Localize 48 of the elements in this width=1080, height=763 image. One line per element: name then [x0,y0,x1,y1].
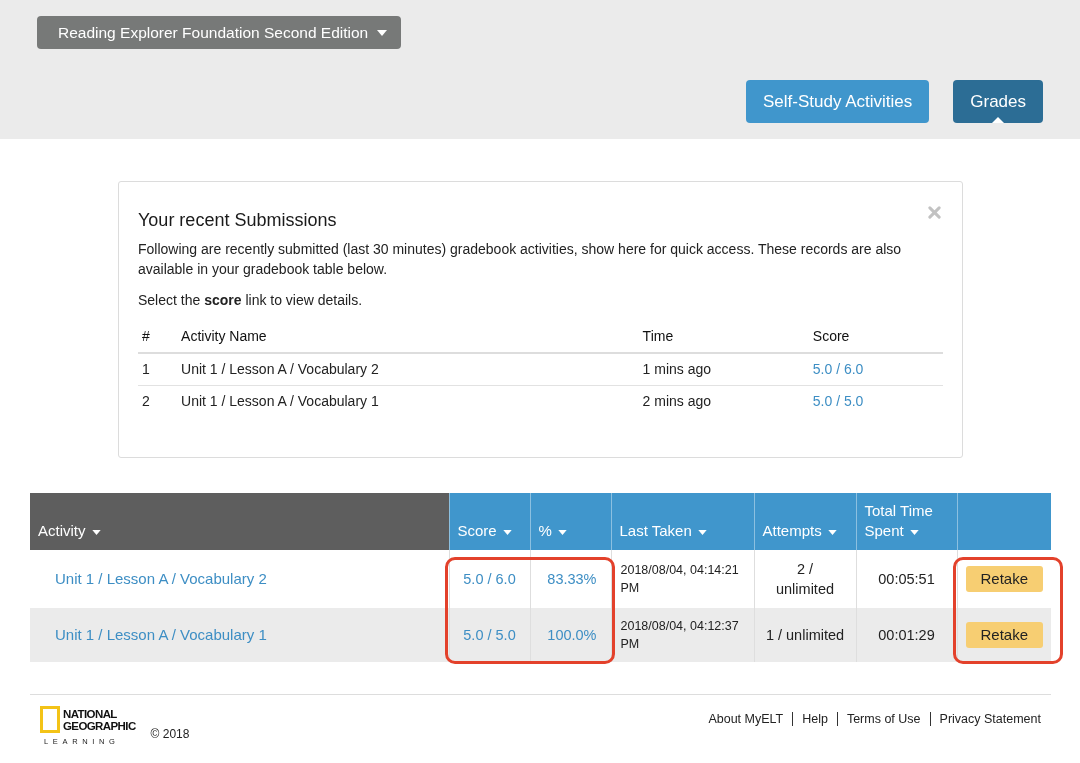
table-cell: 2 / unlimited [754,550,856,608]
column-header: Score [812,320,943,353]
copyright-text: © 2018 [150,726,190,743]
retake-button[interactable]: Retake [965,622,1043,648]
column-header[interactable]: Total Time Spent [856,493,957,550]
course-dropdown[interactable]: Reading Explorer Foundation Second Edition [37,16,402,49]
footer-link[interactable]: About MyELT [708,709,784,729]
column-header[interactable]: Last Taken [611,493,754,550]
column-header[interactable]: Score [449,493,530,550]
score-link[interactable]: 5.0 / 5.0 [812,392,864,409]
nav-tab[interactable]: Grades [953,80,1043,123]
close-icon[interactable] [928,206,941,219]
table-cell: 2018/08/04, 04:14:21 PM [611,550,754,608]
footer-link[interactable]: Terms of Use [846,709,921,729]
table-cell: Unit 1 / Lesson A / Vocabulary 1 [181,385,643,417]
column-header[interactable]: Activity [30,493,449,550]
table-cell: 2018/08/04, 04:12:37 PM [611,608,754,662]
hint-text: Select the score link to view details. [138,291,364,310]
table-cell: 00:01:29 [856,608,957,662]
table-cell: Unit 1 / Lesson A / Vocabulary 2 [181,353,643,385]
column-header[interactable]: % [530,493,611,550]
table-cell: 1 mins ago [642,353,813,385]
table-cell: 1 / unlimited [754,608,856,662]
score-link[interactable]: 5.0 / 5.0 [463,627,516,643]
footer-link[interactable]: Help [802,709,828,729]
caret-icon [377,29,388,36]
description-text: Following are recently submitted (last 30 minutes) gradebook activities, show here for quick access. These records are also available in your gradebook table below. [138,240,903,279]
score-link[interactable]: 5.0 / 6.0 [812,360,864,377]
panel-title: Your recent Submissions [138,209,337,232]
logo-wordmark: NATIONAL GEOGRAPHIC [63,708,136,732]
score-link[interactable]: 100.0% [547,627,597,643]
score-link[interactable]: 83.33% [547,571,597,587]
nav-tab[interactable]: Self-Study Activities [745,80,930,123]
activity-link[interactable]: Unit 1 / Lesson A / Vocabulary 1 [55,626,267,643]
table-cell: 00:05:51 [856,550,957,608]
column-header: Activity Name [181,320,643,353]
column-header: # [138,320,182,353]
footer-link[interactable]: Privacy Statement [939,709,1041,729]
column-header[interactable]: Attempts [754,493,856,550]
table-cell: 1 [138,353,182,385]
table-cell: 2 [138,385,182,417]
table-cell: 2 mins ago [642,385,813,417]
score-link[interactable]: 5.0 / 6.0 [463,571,516,587]
retake-button[interactable]: Retake [965,566,1043,592]
pointer-notch-icon [992,117,1005,123]
column-header: Time [642,320,813,353]
activity-link[interactable]: Unit 1 / Lesson A / Vocabulary 2 [55,570,267,587]
logo-frame-icon [40,706,60,733]
